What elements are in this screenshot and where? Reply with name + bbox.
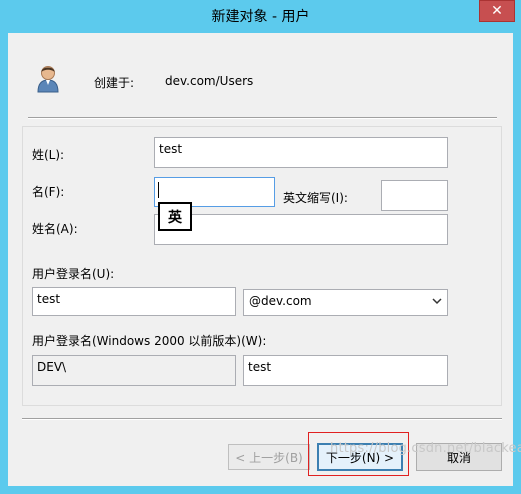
header-divider: [28, 117, 497, 119]
window-frame: 新建对象 - 用户 ✕ 创建于: dev.com/Users 姓(L): tes…: [0, 0, 521, 494]
watermark: https://blog.csdn.net/blackears: [330, 441, 521, 456]
title-bar[interactable]: 新建对象 - 用户 ✕: [0, 0, 521, 33]
form-group-box: [22, 126, 502, 406]
created-in-label: 创建于:: [94, 76, 135, 90]
close-icon: ✕: [491, 3, 503, 19]
close-button[interactable]: ✕: [479, 0, 515, 22]
footer-divider: [22, 418, 502, 420]
user-icon: [37, 66, 59, 93]
back-button[interactable]: < 上一步(B): [228, 444, 310, 470]
created-in-value: dev.com/Users: [165, 74, 254, 88]
window-title: 新建对象 - 用户: [211, 9, 310, 25]
dialog-body: 创建于: dev.com/Users 姓(L): test 名(F): 英文缩写…: [8, 33, 513, 486]
